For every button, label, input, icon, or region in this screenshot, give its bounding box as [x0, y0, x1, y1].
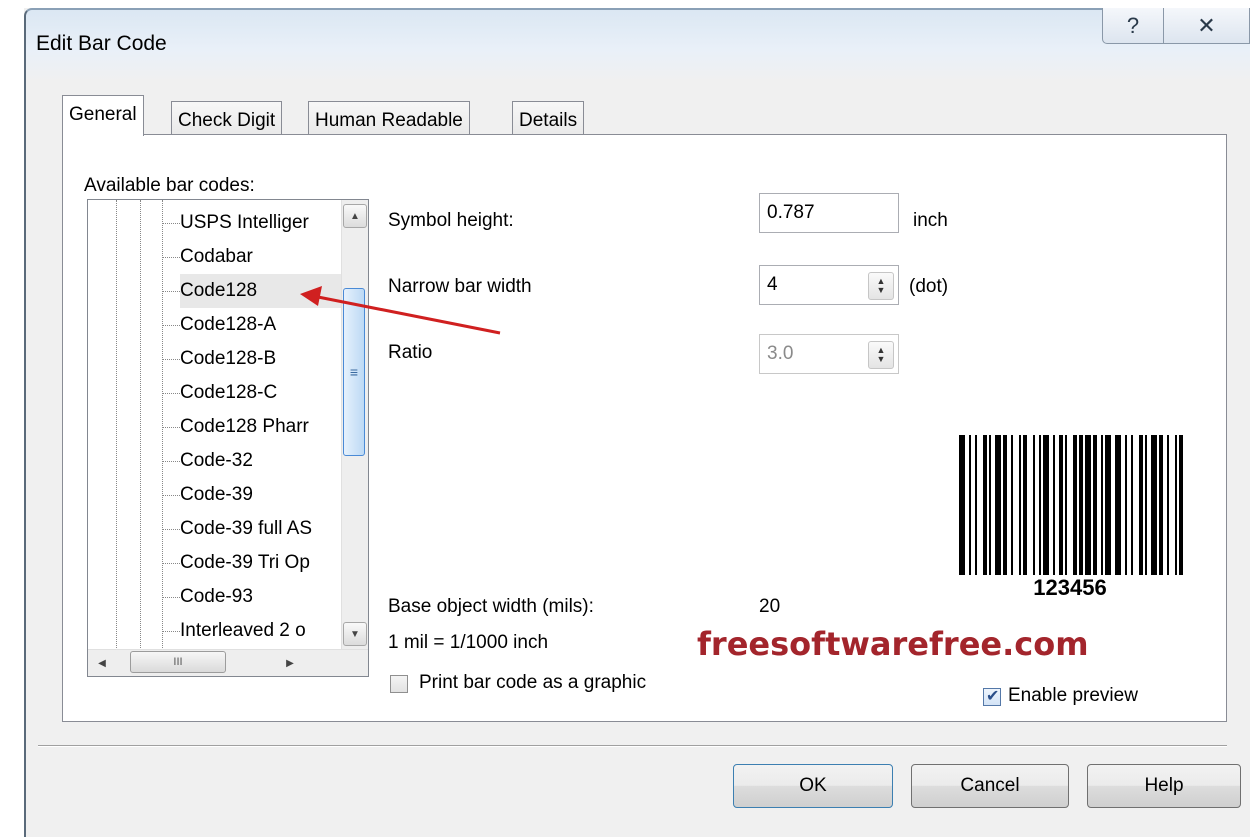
annotation-arrow — [300, 286, 501, 335]
tab-general[interactable]: General — [62, 95, 144, 136]
button-separator — [38, 745, 1227, 747]
ok-button[interactable]: OK — [733, 764, 893, 808]
help-button[interactable]: Help — [1087, 764, 1241, 808]
arrow-head-icon — [300, 286, 322, 306]
arrow-line — [317, 295, 501, 335]
cancel-button[interactable]: Cancel — [911, 764, 1069, 808]
